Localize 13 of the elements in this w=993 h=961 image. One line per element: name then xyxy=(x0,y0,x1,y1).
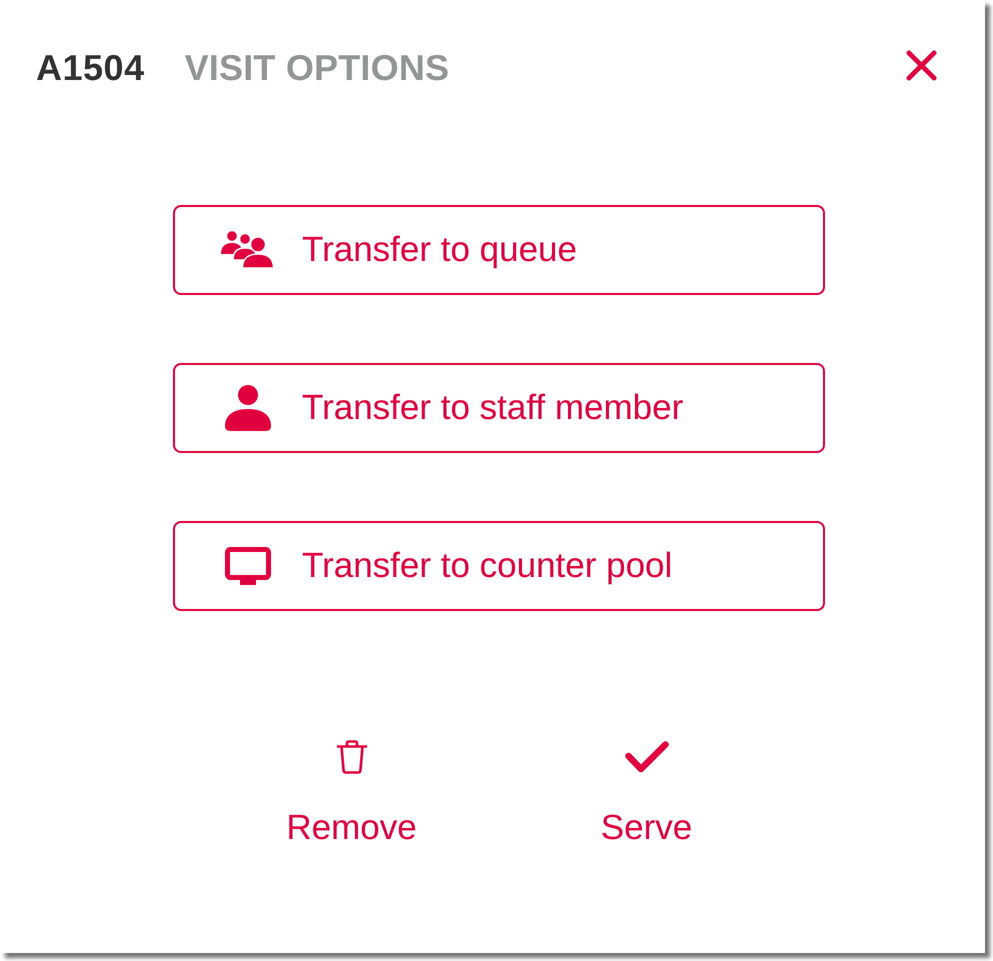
ticket-number: A1504 xyxy=(36,47,145,89)
serve-button[interactable]: Serve xyxy=(554,740,739,848)
transfer-button[interactable]: Transfer to queue xyxy=(173,205,825,295)
dialog-title: VISIT OPTIONS xyxy=(184,47,450,89)
monitor-icon xyxy=(225,547,271,585)
close-icon[interactable] xyxy=(906,50,937,80)
trash-icon xyxy=(336,740,368,774)
remove-button[interactable]: Remove xyxy=(259,740,444,848)
person-icon xyxy=(224,385,272,431)
checkmark-icon xyxy=(624,741,668,773)
transfer-button[interactable]: Transfer to counter pool xyxy=(173,521,825,611)
transfer-button[interactable]: Transfer to staff member xyxy=(173,363,825,453)
people-group-icon xyxy=(221,231,275,269)
